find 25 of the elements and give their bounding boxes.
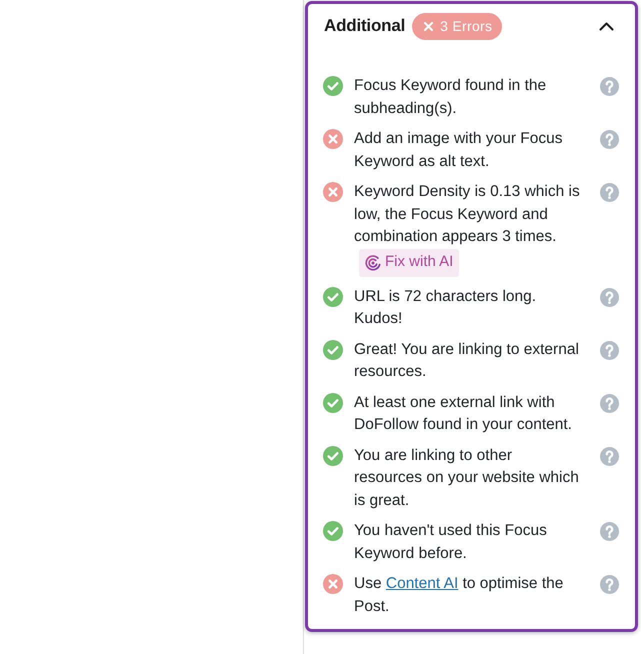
help-icon[interactable] (600, 130, 619, 149)
check-message: URL is 72 characters long. Kudos! (354, 286, 538, 329)
chevron-up-icon[interactable] (599, 22, 614, 30)
help-icon[interactable] (600, 522, 619, 541)
section-title: Additional (324, 15, 406, 38)
check-message: Use Content AI to optimise the Post. (354, 574, 564, 616)
check-message: Keyword Density is 0.13 which is low, the Focus Keyword and combination appears 3 times. (354, 182, 581, 247)
help-icon[interactable] (600, 288, 619, 306)
error-count: 3 Errors (440, 16, 492, 36)
fix-button[interactable]: Fix with AI (359, 248, 460, 276)
help-icon[interactable] (600, 183, 619, 202)
help-icon[interactable] (600, 340, 619, 360)
check-message: You are linking to other resources on your website which is great. (354, 446, 580, 510)
help-icon[interactable] (600, 77, 619, 96)
help-icon[interactable] (600, 446, 619, 466)
check-message: Great! You are linking to external resources. (354, 340, 580, 382)
check-message: At least one external link with DoFollow found in your content. (354, 392, 573, 435)
spiral-icon (365, 254, 381, 270)
cross-icon (424, 22, 434, 30)
check-message: Focus Keyword found in the subheading(s). (354, 76, 548, 118)
check-message: Add an image with your Focus Keyword as alt text. (354, 129, 564, 172)
help-icon[interactable] (600, 394, 619, 412)
inline-link[interactable]: Content AI (386, 575, 458, 592)
help-icon[interactable] (600, 575, 619, 594)
check-message: You haven't used this Focus Keyword before. (354, 521, 548, 564)
